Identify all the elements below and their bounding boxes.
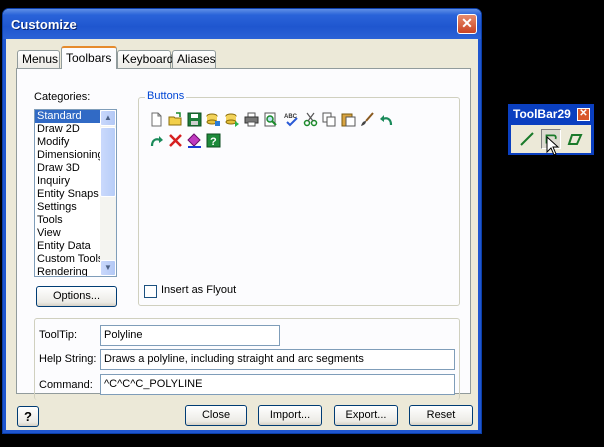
list-item[interactable]: Rendering — [35, 266, 101, 276]
close-window-button[interactable]: ✕ — [457, 14, 477, 34]
categories-list[interactable]: Standard Draw 2D Modify Dimensioning Dra… — [34, 109, 117, 277]
undo-icon[interactable] — [379, 112, 394, 127]
help-button[interactable]: ? — [17, 406, 39, 427]
tab-toolbars[interactable]: Toolbars — [61, 46, 117, 69]
spelling-icon[interactable]: ABC — [284, 112, 299, 127]
tooltip-label: ToolTip: — [39, 329, 78, 341]
tab-keyboard[interactable]: Keyboard — [117, 50, 173, 68]
export-button[interactable]: Export... — [334, 405, 398, 426]
list-item[interactable]: Inquiry — [35, 175, 101, 188]
list-item[interactable]: Modify — [35, 136, 101, 149]
title-bar[interactable]: Customize ✕ — [3, 9, 481, 39]
brush-icon[interactable] — [360, 112, 375, 127]
list-item[interactable]: Entity Data — [35, 240, 101, 253]
close-button[interactable]: Close — [185, 405, 247, 426]
frame-left — [3, 39, 6, 433]
cut-paste-db-icon[interactable] — [206, 112, 221, 127]
list-item[interactable]: Custom Tools — [35, 253, 101, 266]
import-button[interactable]: Import... — [258, 405, 322, 426]
cancel-icon[interactable] — [168, 133, 183, 148]
copy-icon[interactable] — [322, 112, 337, 127]
help-string-field[interactable]: Draws a polyline, including straight and… — [100, 349, 455, 370]
line-icon[interactable] — [517, 129, 537, 149]
categories-label: Categories: — [34, 91, 91, 103]
reset-button[interactable]: Reset — [409, 405, 473, 426]
list-item[interactable]: Settings — [35, 201, 101, 214]
help-icon[interactable]: ? — [206, 133, 221, 148]
list-item[interactable]: View — [35, 227, 101, 240]
dialog-title: Customize — [11, 17, 77, 32]
categories-scrollbar[interactable]: ▲ ▼ — [100, 110, 116, 276]
paste-icon[interactable] — [341, 112, 356, 127]
help-string-label: Help String: — [39, 353, 97, 365]
polygon-icon[interactable] — [565, 129, 585, 149]
save-icon[interactable] — [187, 112, 202, 127]
db-icon[interactable] — [225, 112, 240, 127]
list-item[interactable]: Draw 2D — [35, 123, 101, 136]
insert-as-flyout-label: Insert as Flyout — [161, 284, 237, 296]
tab-menus[interactable]: Menus — [17, 50, 60, 68]
frame-bottom — [3, 430, 481, 433]
tooltip-field[interactable]: Polyline — [100, 325, 280, 346]
print-preview-icon[interactable] — [263, 112, 278, 127]
select-entity-icon[interactable] — [187, 133, 202, 148]
buttons-group-label: Buttons — [145, 90, 187, 102]
options-button[interactable]: Options... — [36, 286, 117, 307]
mouse-cursor-icon — [546, 136, 560, 156]
svg-text:?: ? — [210, 136, 217, 148]
insert-as-flyout-checkbox[interactable] — [144, 285, 157, 298]
command-field[interactable]: ^C^C^C_POLYLINE — [100, 374, 455, 395]
list-item[interactable]: Entity Snaps — [35, 188, 101, 201]
customize-dialog: Customize ✕ Menus Toolbars Keyboard Alia… — [2, 8, 482, 434]
list-item[interactable]: Draw 3D — [35, 162, 101, 175]
scroll-thumb[interactable] — [100, 127, 116, 197]
scissors-icon[interactable] — [303, 112, 318, 127]
buttons-group: Buttons ABC ? Insert as Flyout — [138, 90, 460, 306]
list-item[interactable]: Tools — [35, 214, 101, 227]
scroll-up-icon[interactable]: ▲ — [100, 110, 116, 126]
toolbars-tab-panel: Categories: Standard Draw 2D Modify Dime… — [16, 68, 471, 400]
print-icon[interactable] — [244, 112, 259, 127]
frame-right — [478, 39, 481, 433]
tab-aliases[interactable]: Aliases — [172, 50, 216, 68]
list-item[interactable]: Standard — [35, 110, 101, 123]
scroll-down-icon[interactable]: ▼ — [100, 260, 116, 276]
floating-toolbar-title: ToolBar29 — [513, 107, 571, 121]
list-item[interactable]: Dimensioning — [35, 149, 101, 162]
new-document-icon[interactable] — [149, 112, 164, 127]
command-label: Command: — [39, 379, 93, 391]
open-folder-icon[interactable] — [168, 112, 183, 127]
floating-toolbar-close-button[interactable]: ✕ — [577, 108, 590, 121]
redo-icon[interactable] — [149, 133, 164, 148]
